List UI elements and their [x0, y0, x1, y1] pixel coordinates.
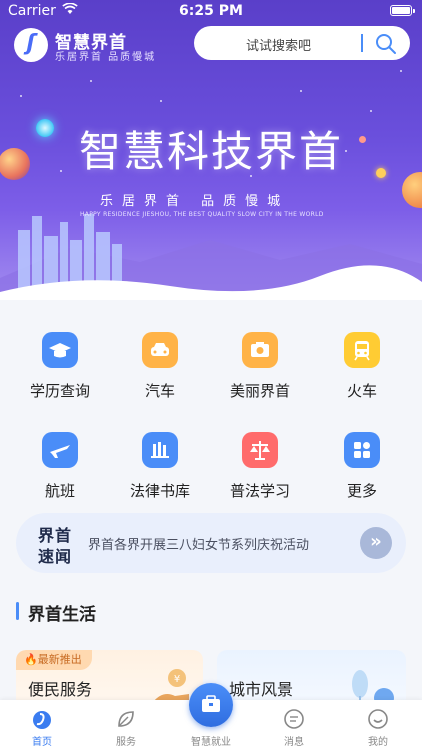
- fire-icon: 🔥: [24, 653, 38, 666]
- train-icon: [344, 332, 380, 368]
- books-icon: [142, 432, 178, 468]
- banner-slogan: 乐居界首 品质慢城: [100, 194, 290, 209]
- banner-title: 智慧科技界首: [78, 127, 343, 176]
- tab-label: 我的: [368, 737, 388, 748]
- status-bar: Carrier 6:25 PM: [0, 0, 422, 22]
- search-placeholder: 试试搜索吧: [246, 39, 312, 54]
- message-icon: [284, 709, 304, 729]
- search-icon[interactable]: [374, 32, 398, 56]
- news-headline[interactable]: 界首各界开展三八妇女节系列庆祝活动: [88, 534, 309, 553]
- search-divider: [361, 34, 363, 52]
- brand-tagline: 乐居界首 品质慢城: [55, 52, 157, 63]
- clock: 6:25 PM: [179, 3, 243, 19]
- card-title: 便民服务: [28, 680, 93, 699]
- tab-profile[interactable]: 我的: [348, 708, 408, 748]
- tab-label[interactable]: 智慧就业: [171, 733, 251, 748]
- service-label: 普法学习: [229, 482, 290, 500]
- section-accent-bar: [16, 602, 19, 620]
- tab-label: 消息: [284, 737, 304, 748]
- app-logo: ʃ: [14, 28, 48, 62]
- briefcase-icon: [202, 695, 220, 712]
- car-icon: [142, 332, 178, 368]
- search-input[interactable]: 试试搜索吧: [194, 26, 410, 60]
- service-label: 汽车: [144, 382, 175, 400]
- tab-service[interactable]: 服务: [96, 708, 156, 748]
- svg-text:¥: ¥: [174, 674, 180, 685]
- tab-messages[interactable]: 消息: [264, 708, 324, 748]
- service-label: 法律书库: [129, 482, 190, 500]
- scales-icon: [242, 432, 278, 468]
- camera-icon: [242, 332, 278, 368]
- new-badge: 🔥最新推出: [16, 650, 92, 670]
- service-label: 航班: [44, 482, 75, 500]
- leaf-icon: [118, 711, 134, 727]
- news-ticker[interactable]: 界首 速闻 界首各界开展三八妇女节系列庆祝活动 »: [16, 513, 406, 573]
- airplane-icon: [42, 432, 78, 468]
- service-label: 学历查询: [29, 382, 90, 400]
- battery-icon: [390, 5, 415, 16]
- service-education-query[interactable]: 学历查询: [10, 332, 110, 401]
- tab-home[interactable]: 首页: [12, 708, 72, 748]
- graduation-cap-icon: [42, 332, 78, 368]
- service-train[interactable]: 火车: [312, 332, 412, 401]
- service-flight[interactable]: 航班: [10, 432, 110, 501]
- tab-label: 首页: [32, 737, 52, 748]
- service-law-learning[interactable]: 普法学习: [210, 432, 310, 501]
- smart-employment-button[interactable]: [189, 683, 233, 727]
- news-badge-line2: 速闻: [38, 547, 73, 566]
- banner-english-subtitle: HAPPY RESIDENCE JIESHOU, THE BEST QUALIT…: [80, 211, 324, 218]
- service-label: 美丽界首: [229, 382, 290, 400]
- service-car[interactable]: 汽车: [110, 332, 210, 401]
- section-title: 界首生活: [28, 605, 96, 625]
- grid-icon: [344, 432, 380, 468]
- service-label: 火车: [346, 382, 377, 400]
- service-more[interactable]: 更多: [312, 432, 412, 501]
- service-label: 更多: [346, 482, 377, 500]
- smile-icon: [368, 709, 388, 729]
- home-icon: [33, 711, 51, 729]
- service-beautiful-jieshou[interactable]: 美丽界首: [210, 332, 310, 401]
- tab-label: 服务: [116, 737, 136, 748]
- service-law-library[interactable]: 法律书库: [110, 432, 210, 501]
- card-title: 城市风景: [229, 680, 294, 699]
- double-chevron-right-icon[interactable]: »: [360, 527, 392, 559]
